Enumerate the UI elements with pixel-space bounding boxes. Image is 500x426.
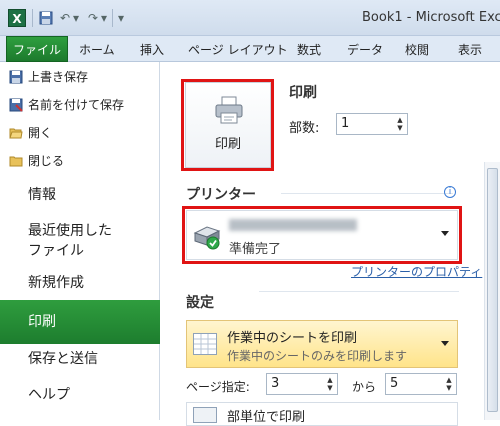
nav-save-send[interactable]: 保存と送信 (0, 350, 160, 368)
title-bar: X ↶ ▾ ↷ ▾ ▾ Book1 - Microsoft Exce (0, 0, 500, 36)
nav-info[interactable]: 情報 (0, 186, 160, 204)
undo-icon[interactable]: ↶ (58, 9, 72, 27)
collation-dropdown[interactable]: 部単位で印刷 (186, 402, 458, 426)
printer-icon (215, 96, 243, 124)
dropdown-arrow-icon (441, 341, 449, 346)
tab-data[interactable]: データ (347, 41, 383, 58)
save-as-label: 名前を付けて保存 (28, 98, 125, 112)
printer-properties-link[interactable]: プリンターのプロパティ (351, 263, 482, 280)
save-icon[interactable] (38, 9, 54, 27)
nav-print-label: 印刷 (28, 314, 56, 330)
scrollbar[interactable] (484, 162, 500, 420)
save-icon (9, 70, 23, 84)
printer-device-icon (193, 226, 221, 250)
copies-value: 1 (341, 116, 350, 131)
nav-recent-line1[interactable]: 最近使用した (0, 222, 160, 240)
pages-from-field[interactable]: 3 ▲ ▼ (266, 373, 338, 395)
nav-recent-line2[interactable]: ファイル (0, 242, 160, 260)
print-what-selected: 作業中のシートを印刷 (227, 331, 358, 346)
print-section-title: 印刷 (289, 85, 317, 101)
dropdown-arrow-icon (441, 231, 449, 236)
undo-dropdown-icon[interactable]: ▾ (72, 9, 80, 27)
stepper-arrows-icon[interactable]: ▲ ▼ (444, 376, 454, 392)
customize-qat-icon[interactable]: ▾ (116, 9, 126, 27)
tab-insert[interactable]: 挿入 (140, 41, 164, 58)
pages-to-label: から (352, 380, 377, 394)
save-label: 上書き保存 (28, 70, 89, 84)
window-title: Book1 - Microsoft Exce (362, 10, 500, 25)
nav-print[interactable]: 印刷 (0, 300, 168, 344)
settings-divider (259, 291, 459, 292)
open-folder-icon (9, 128, 23, 139)
save-as-command[interactable]: 名前を付けて保存 (9, 96, 125, 114)
pages-label: ページ指定: (186, 380, 250, 394)
print-what-description: 作業中のシートのみを印刷します (227, 349, 408, 363)
copies-stepper[interactable]: 1 ▲ ▼ (336, 113, 408, 135)
pages-to-value: 5 (390, 376, 399, 391)
printer-section-title: プリンター (186, 187, 256, 203)
stepper-arrows-icon[interactable]: ▲ ▼ (325, 376, 335, 392)
info-icon[interactable]: i (444, 186, 456, 198)
sheet-grid-icon (193, 333, 217, 355)
printer-name-redacted (229, 219, 357, 231)
pages-from-value: 3 (271, 376, 280, 391)
close-label: 閉じる (28, 154, 65, 168)
nav-new[interactable]: 新規作成 (0, 274, 160, 292)
tab-file[interactable]: ファイル (6, 36, 68, 62)
ribbon-tabs: ファイル ホーム 挿入 ページ レイアウト 数式 データ 校閲 表示 (0, 36, 500, 62)
print-button-label: 印刷 (214, 137, 241, 152)
tab-view[interactable]: 表示 (458, 41, 482, 58)
tab-formulas[interactable]: 数式 (297, 41, 321, 58)
close-command[interactable]: 閉じる (9, 152, 65, 170)
tab-review[interactable]: 校閲 (405, 41, 429, 58)
print-button[interactable]: 印刷 (185, 82, 271, 168)
tab-home[interactable]: ホーム (79, 41, 115, 58)
pages-to-field[interactable]: 5 ▲ ▼ (385, 373, 457, 395)
close-folder-icon (9, 156, 23, 167)
open-command[interactable]: 開く (9, 124, 53, 142)
collation-label: 部単位で印刷 (227, 410, 306, 425)
collate-icon (193, 407, 217, 423)
stepper-arrows-icon[interactable]: ▲ ▼ (395, 116, 405, 132)
excel-app-icon[interactable]: X (8, 9, 26, 27)
copies-label: 部数: (289, 121, 320, 136)
nav-help[interactable]: ヘルプ (0, 386, 160, 404)
printer-divider (281, 193, 453, 194)
open-label: 開く (28, 126, 53, 140)
printer-dropdown[interactable]: 準備完了 (186, 210, 458, 260)
save-as-icon (9, 98, 23, 112)
redo-icon[interactable]: ↷ (86, 9, 100, 27)
settings-section-title: 設定 (186, 295, 214, 311)
save-command[interactable]: 上書き保存 (9, 68, 89, 86)
print-what-dropdown[interactable]: 作業中のシートを印刷 作業中のシートのみを印刷します (186, 320, 458, 368)
backstage-nav: 上書き保存 名前を付けて保存 開く 閉じる 情報 最近使用した ファイル 新規作… (0, 62, 168, 420)
qat-separator (32, 9, 33, 27)
printer-status: 準備完了 (229, 242, 282, 257)
print-panel: 印刷 印刷 部数: 1 ▲ ▼ プリンター i 準備完了 プリンターのプロパティ … (161, 62, 500, 426)
tab-page-layout[interactable]: ページ レイアウト (188, 41, 288, 58)
redo-dropdown-icon[interactable]: ▾ (100, 9, 108, 27)
scroll-thumb[interactable] (487, 168, 498, 412)
qat-separator-2 (112, 9, 113, 27)
